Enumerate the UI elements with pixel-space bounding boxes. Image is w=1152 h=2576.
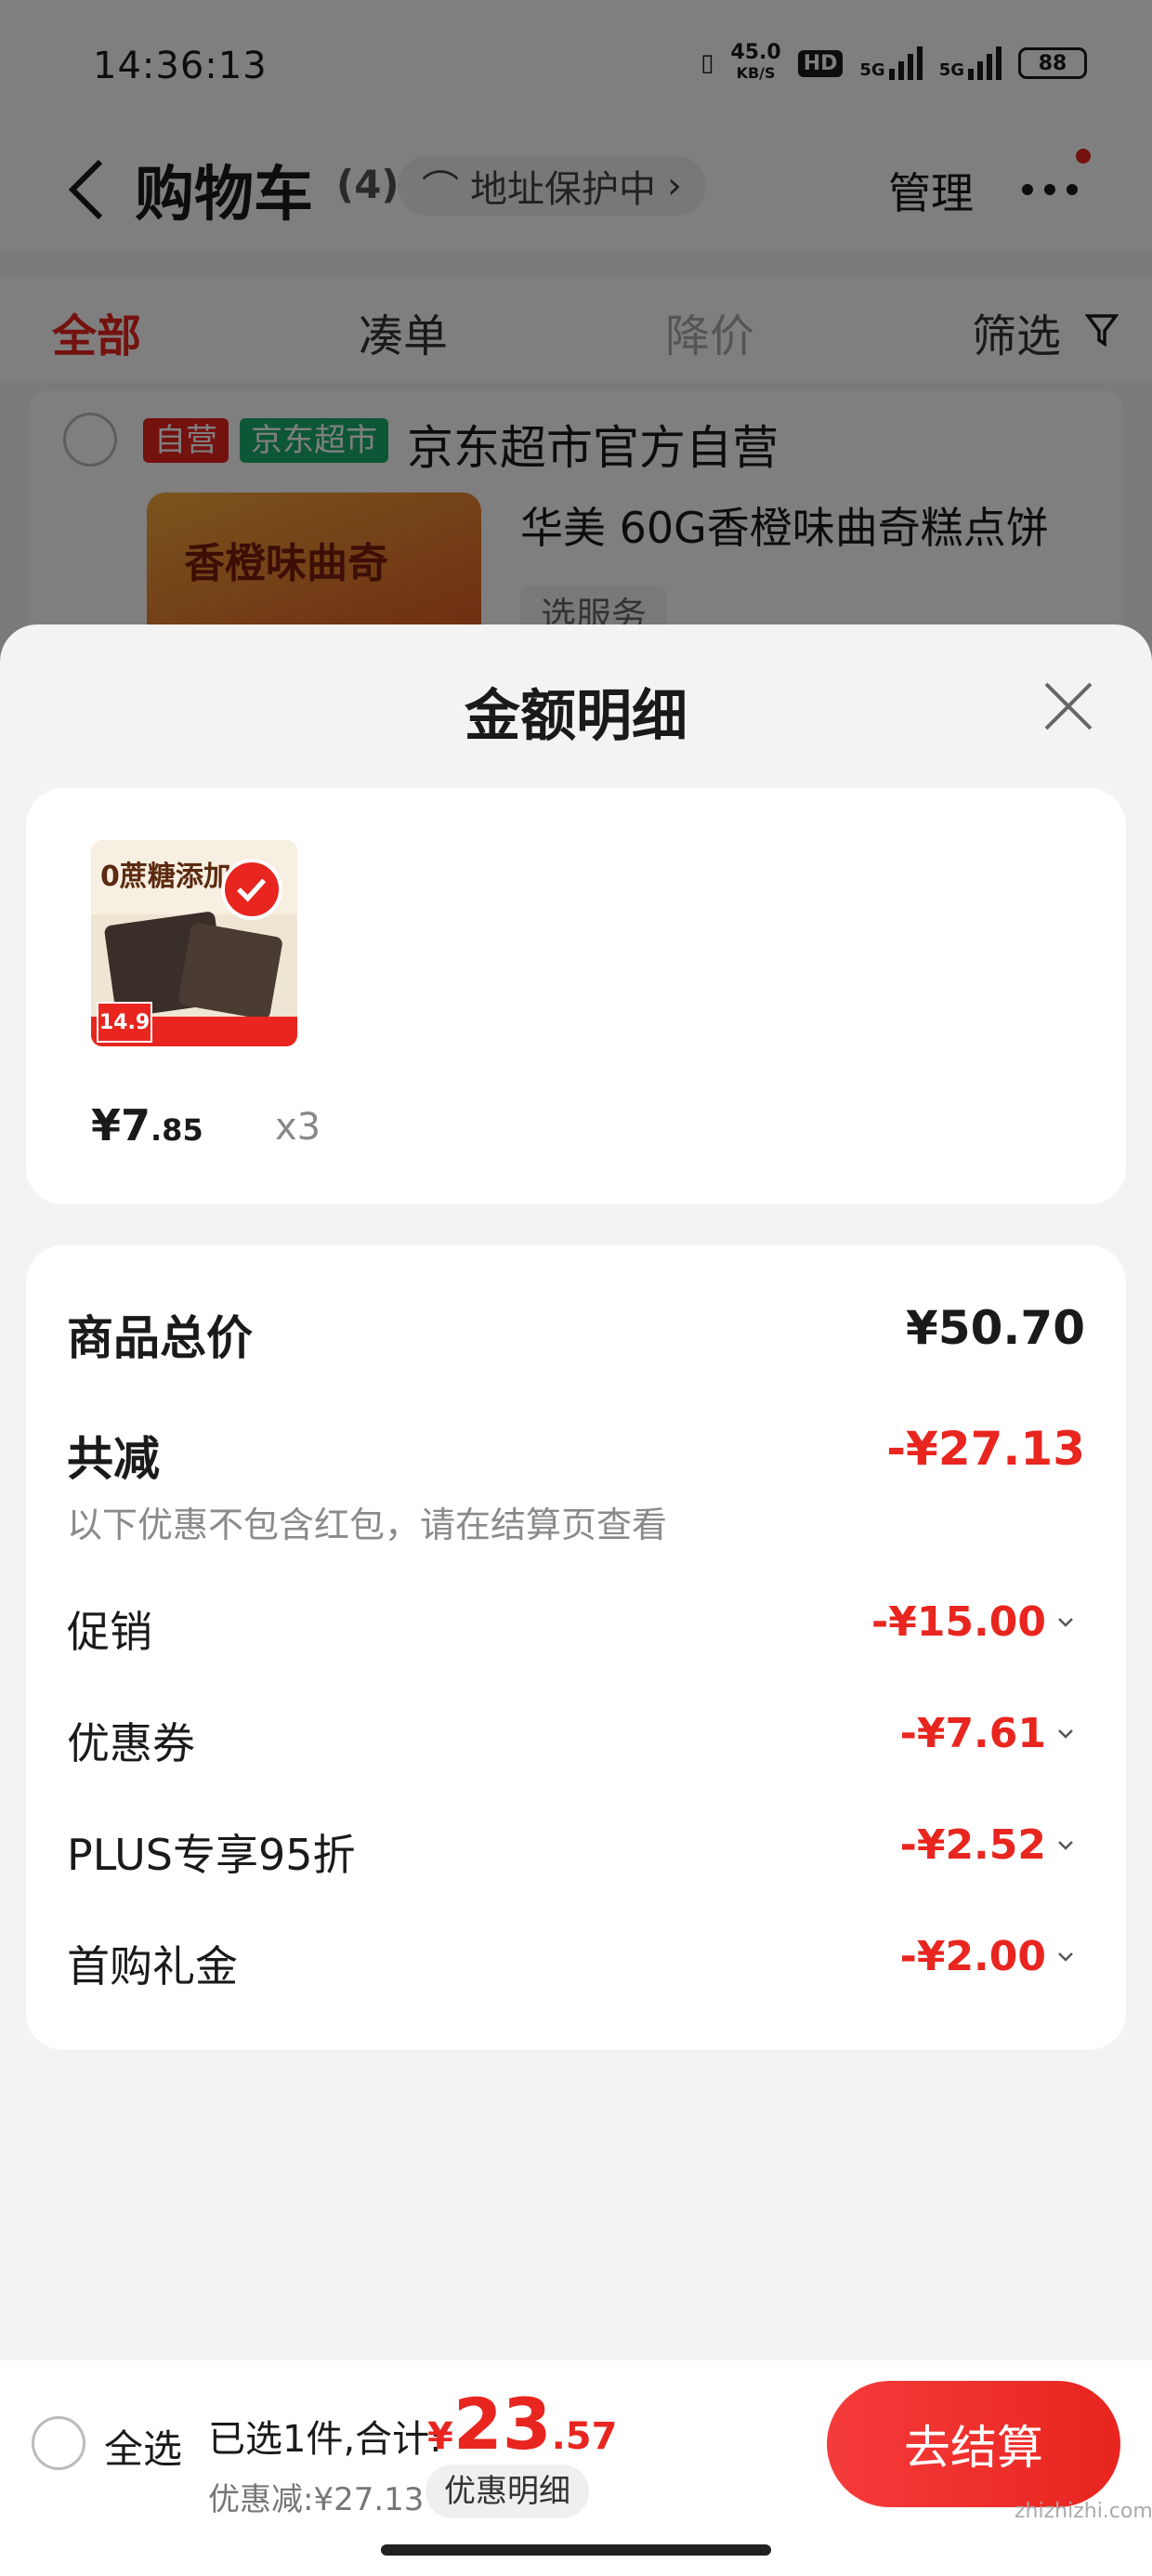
item-quantity: x3 — [275, 1106, 321, 1149]
item-price: ¥7.85 — [91, 1100, 203, 1150]
home-indicator[interactable] — [381, 2544, 771, 2556]
chevron-down-icon — [1058, 1617, 1073, 1627]
sheet-title: 金额明细 — [465, 684, 687, 749]
total-price-value: ¥50.70 — [906, 1301, 1085, 1355]
discount-line-value[interactable]: -¥2.52 — [900, 1821, 1074, 1869]
discount-summary: 优惠减:¥27.13 — [208, 2481, 425, 2518]
selected-items-card: 0蔗糖添加 14.9 ¥7.85 x3 — [26, 788, 1126, 1204]
close-icon[interactable] — [1041, 678, 1096, 734]
price-summary-card: 商品总价 ¥50.70 共减 -¥27.13 以下优惠不包含红包，请在结算页查看… — [26, 1245, 1126, 2050]
chevron-down-icon — [1058, 1952, 1073, 1962]
discount-total-value: -¥27.13 — [886, 1422, 1085, 1476]
total-amount: ¥23.57 — [427, 2383, 618, 2465]
selected-check-icon — [221, 859, 282, 920]
chevron-down-icon — [1058, 1840, 1073, 1850]
total-price-label: 商品总价 — [67, 1311, 253, 1365]
discount-line-label: 优惠券 — [67, 1718, 195, 1768]
selected-summary: 已选1件,合计: — [208, 2418, 442, 2461]
discount-line-label: PLUS专享95折 — [67, 1830, 356, 1880]
discount-total-label: 共减 — [67, 1432, 160, 1486]
select-all-label[interactable]: 全选 — [104, 2418, 182, 2475]
chevron-down-icon — [1058, 1728, 1073, 1739]
watermark: zhizhizhi.com — [1015, 2500, 1152, 2523]
checkout-button[interactable]: 去结算 — [827, 2381, 1120, 2507]
discount-line-value[interactable]: -¥7.61 — [900, 1710, 1074, 1757]
discount-line-label: 促销 — [67, 1607, 152, 1657]
discount-note: 以下优惠不包含红包，请在结算页查看 — [67, 1505, 668, 1545]
amount-detail-sheet: 金额明细 0蔗糖添加 14.9 ¥7.85 x3 商品总价 ¥50.70 共减 … — [0, 624, 1152, 2576]
select-all-checkbox[interactable] — [32, 2416, 85, 2470]
discount-line-value[interactable]: -¥15.00 — [871, 1598, 1074, 1646]
discount-line-value[interactable]: -¥2.00 — [900, 1933, 1074, 1980]
discount-line-label: 首购礼金 — [67, 1941, 238, 1991]
discount-detail-button[interactable]: 优惠明细 — [425, 2464, 589, 2518]
